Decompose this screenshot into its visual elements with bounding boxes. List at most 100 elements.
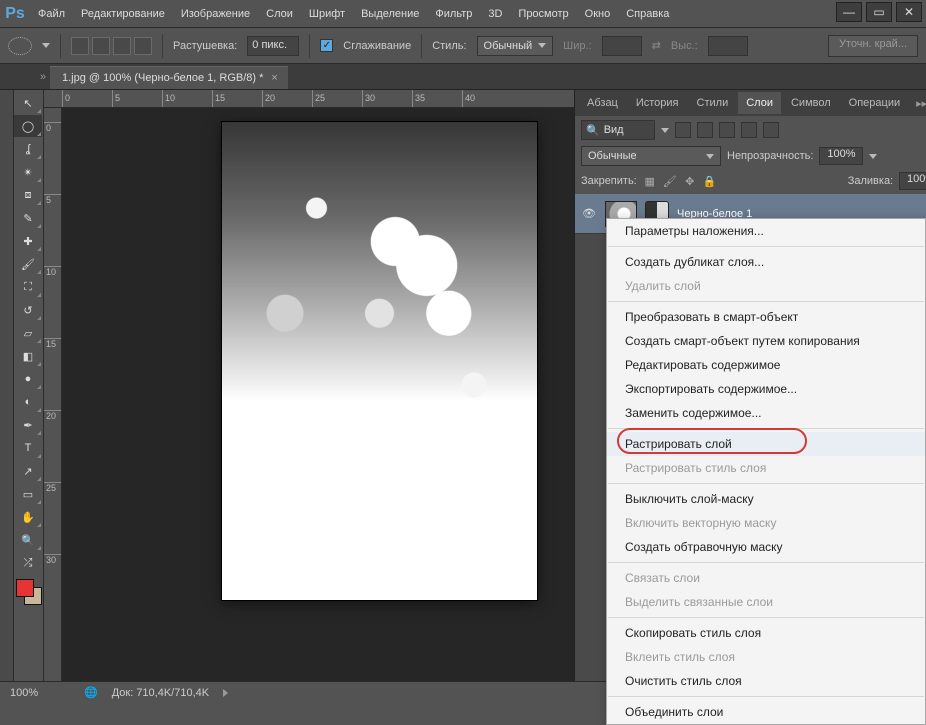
menu-filter[interactable]: Фильтр <box>427 2 480 26</box>
selection-intersect-icon[interactable] <box>134 37 152 55</box>
context-menu-item[interactable]: Создать обтравочную маску <box>607 535 925 559</box>
context-menu-item[interactable]: Редактировать содержимое <box>607 353 925 377</box>
tool-eraser[interactable]: ▱ <box>14 322 42 344</box>
ruler-tick: 0 <box>62 90 70 107</box>
status-menu-icon[interactable] <box>223 689 228 697</box>
tool-brush[interactable]: 🖌 <box>14 253 42 275</box>
tab-layers[interactable]: Слои <box>738 92 781 114</box>
ruler-vertical[interactable]: 0 5 10 15 20 25 30 <box>44 108 62 681</box>
tool-hand[interactable]: ✋ <box>14 506 42 528</box>
context-menu-item[interactable]: Преобразовать в смарт-объект <box>607 305 925 329</box>
globe-icon[interactable]: 🌐 <box>84 686 98 699</box>
tool-type[interactable]: T <box>14 437 42 459</box>
filter-pixel-icon[interactable] <box>675 122 691 138</box>
close-button[interactable]: ✕ <box>896 2 922 22</box>
context-menu-item[interactable]: Растрировать слой <box>607 432 925 456</box>
menu-help[interactable]: Справка <box>618 2 677 26</box>
search-icon: 🔍 <box>586 124 600 137</box>
tool-healing[interactable]: ✚ <box>14 230 42 252</box>
menu-select[interactable]: Выделение <box>353 2 427 26</box>
tool-preset-dropdown[interactable] <box>42 43 50 48</box>
zoom-value[interactable]: 100% <box>10 687 70 699</box>
tab-actions[interactable]: Операции <box>841 92 908 114</box>
filter-shape-icon[interactable] <box>741 122 757 138</box>
tool-blur[interactable]: ● <box>14 368 42 390</box>
context-menu-item[interactable]: Выключить слой-маску <box>607 487 925 511</box>
antialias-checkbox[interactable] <box>320 39 333 52</box>
tool-pen[interactable]: ✒ <box>14 414 42 436</box>
menu-edit[interactable]: Редактирование <box>73 2 173 26</box>
tool-lasso[interactable]: ʆ <box>14 138 42 160</box>
context-menu-item[interactable]: Создать смарт-объект путем копирования <box>607 329 925 353</box>
refine-edge-button[interactable]: Уточн. край... <box>828 35 918 57</box>
tool-stamp[interactable]: ⛶ <box>14 276 42 298</box>
minimize-button[interactable]: — <box>836 2 862 22</box>
lock-all-icon[interactable]: 🔒 <box>703 174 717 188</box>
tab-character[interactable]: Символ <box>783 92 839 114</box>
lock-position-icon[interactable]: ✥ <box>683 174 697 188</box>
selection-add-icon[interactable] <box>92 37 110 55</box>
context-menu-item[interactable]: Создать дубликат слоя... <box>607 250 925 274</box>
menu-view[interactable]: Просмотр <box>510 2 576 26</box>
chevron-down-icon[interactable] <box>869 154 877 159</box>
lock-transparency-icon[interactable]: ▦ <box>643 174 657 188</box>
chevron-down-icon[interactable] <box>661 128 669 133</box>
tool-move[interactable]: ↖ <box>14 92 42 114</box>
context-menu-item[interactable]: Параметры наложения... <box>607 219 925 243</box>
selection-subtract-icon[interactable] <box>113 37 131 55</box>
color-swatches[interactable] <box>14 575 43 609</box>
canvas-area[interactable] <box>62 108 574 681</box>
tool-dodge[interactable]: ◐ <box>14 391 42 413</box>
visibility-eye-icon[interactable]: 👁 <box>581 206 597 222</box>
menu-type[interactable]: Шрифт <box>301 2 353 26</box>
menu-file[interactable]: Файл <box>30 2 73 26</box>
tool-eyedropper[interactable]: ✎ <box>14 207 42 229</box>
context-menu-item: Удалить слой <box>607 274 925 298</box>
filter-type-icon[interactable] <box>719 122 735 138</box>
tool-history-brush[interactable]: ↺ <box>14 299 42 321</box>
tool-shape[interactable]: ▭ <box>14 483 42 505</box>
context-menu-item[interactable]: Очистить стиль слоя <box>607 669 925 693</box>
marquee-shape-icon[interactable] <box>8 37 32 55</box>
context-menu-item[interactable]: Экспортировать содержимое... <box>607 377 925 401</box>
maximize-button[interactable]: ▭ <box>866 2 892 22</box>
filter-smart-icon[interactable] <box>763 122 779 138</box>
close-tab-icon[interactable]: × <box>271 72 277 84</box>
tool-gradient[interactable]: ◧ <box>14 345 42 367</box>
context-menu-item[interactable]: Скопировать стиль слоя <box>607 621 925 645</box>
menu-window[interactable]: Окно <box>577 2 619 26</box>
panel-expand-icon[interactable]: ▸▸ <box>910 95 926 112</box>
antialias-label: Сглаживание <box>343 40 411 52</box>
tool-marquee[interactable]: ◯ <box>14 115 42 137</box>
menu-3d[interactable]: 3D <box>480 2 510 26</box>
filter-adjust-icon[interactable] <box>697 122 713 138</box>
document-tabbar: » 1.jpg @ 100% (Черно-белое 1, RGB/8) * … <box>0 64 926 90</box>
lock-pixels-icon[interactable]: 🖌 <box>663 174 677 188</box>
blend-mode-select[interactable]: Обычные <box>581 146 721 166</box>
selection-new-icon[interactable] <box>71 37 89 55</box>
tool-switch-colors[interactable]: ⤮ <box>14 552 42 574</box>
tab-paragraph[interactable]: Абзац <box>579 92 626 114</box>
context-menu-item[interactable]: Заменить содержимое... <box>607 401 925 425</box>
context-menu-item[interactable]: Объединить слои <box>607 700 925 724</box>
tool-crop[interactable]: ⧈ <box>14 184 42 206</box>
tab-history[interactable]: История <box>628 92 687 114</box>
tool-zoom[interactable]: 🔍 <box>14 529 42 551</box>
tool-path[interactable]: ↗ <box>14 460 42 482</box>
opacity-input[interactable]: 100% <box>819 147 863 165</box>
feather-input[interactable]: 0 пикс. <box>247 36 299 56</box>
layer-filter-select[interactable]: 🔍 Вид <box>581 120 655 140</box>
tool-magic-wand[interactable]: ✴ <box>14 161 42 183</box>
menu-layers[interactable]: Слои <box>258 2 301 26</box>
style-select[interactable]: Обычный <box>477 36 554 56</box>
menu-image[interactable]: Изображение <box>173 2 258 26</box>
document-tab[interactable]: 1.jpg @ 100% (Черно-белое 1, RGB/8) * × <box>50 66 288 89</box>
ruler-horizontal[interactable]: 0 5 10 15 20 25 30 35 40 <box>44 90 574 108</box>
foreground-swatch[interactable] <box>16 579 34 597</box>
tab-chevron-icon[interactable]: » <box>36 64 50 89</box>
layer-filter-label: Вид <box>604 124 624 136</box>
fill-input[interactable]: 100% <box>899 172 926 190</box>
tab-styles[interactable]: Стили <box>689 92 737 114</box>
document-canvas[interactable] <box>222 122 537 600</box>
lock-label: Закрепить: <box>581 175 637 187</box>
